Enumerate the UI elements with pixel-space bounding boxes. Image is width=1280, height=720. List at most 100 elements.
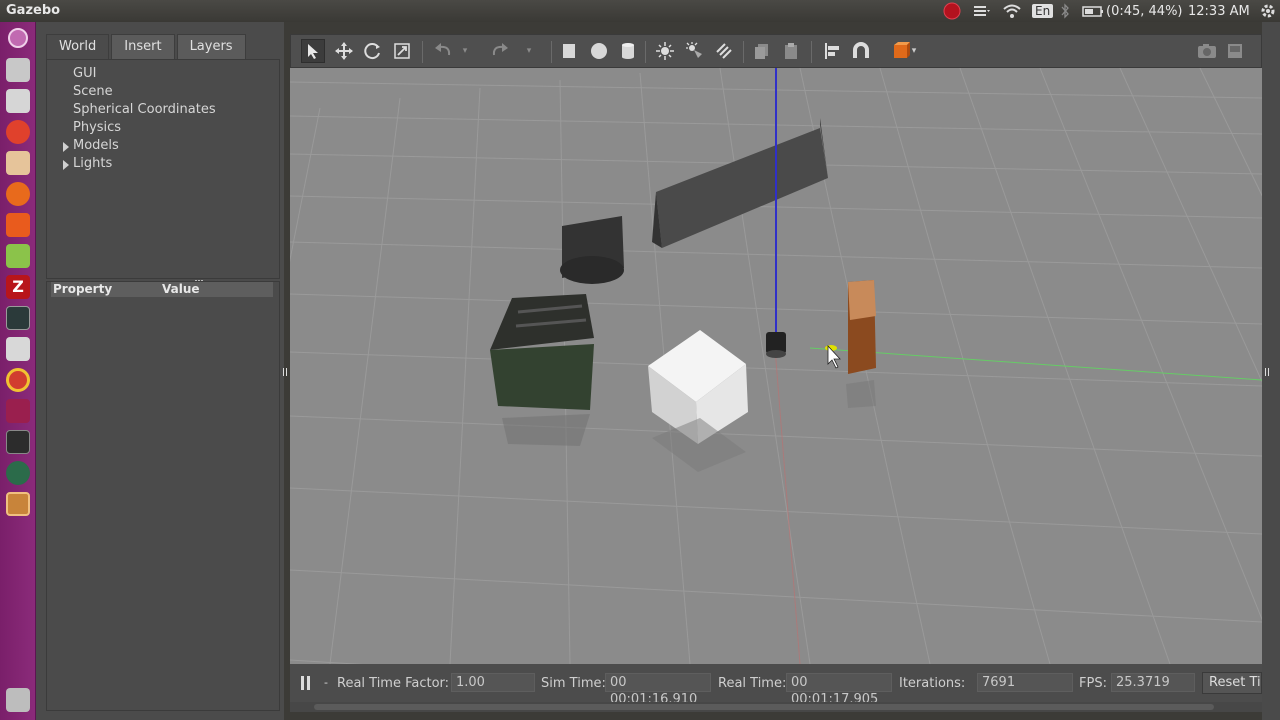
photo-viewer-icon[interactable] [6, 151, 30, 175]
point-light-icon[interactable] [653, 39, 677, 63]
snap-magnet-icon[interactable] [849, 39, 873, 63]
status-bar: - Real Time Factor: 1.00 Sim Time: 00 00… [290, 664, 1262, 707]
rtf-label: Real Time Factor: [337, 676, 450, 691]
horizontal-scrollbar[interactable] [290, 702, 1262, 712]
sim-time-label: Sim Time: [541, 676, 606, 691]
translate-mode-icon[interactable] [332, 39, 356, 63]
wifi-icon[interactable] [1002, 2, 1022, 20]
robot-model[interactable] [766, 332, 786, 358]
disks-icon[interactable] [6, 89, 30, 113]
globe-icon[interactable] [6, 461, 30, 485]
system-monitor-icon[interactable] [6, 306, 30, 330]
bookshelf-model[interactable] [846, 280, 876, 408]
chrome-icon[interactable] [6, 368, 30, 392]
dumpster-model[interactable] [490, 294, 594, 446]
tree-item-lights[interactable]: Lights [63, 156, 113, 171]
expand-arrow-icon[interactable] [63, 142, 69, 152]
software-center-icon[interactable] [6, 213, 30, 237]
keyboard-layout-label: En [1032, 4, 1054, 18]
gazebo-launcher-icon[interactable] [6, 492, 30, 516]
directional-light-icon[interactable] [712, 39, 736, 63]
iterations-field[interactable]: 7691 [977, 673, 1073, 692]
paste-icon[interactable] [779, 39, 803, 63]
toolbar-separator [811, 41, 812, 63]
dash-home-icon[interactable] [8, 28, 28, 48]
tree-item-models-label: Models [73, 138, 119, 153]
battery-status: (0:45, 44%) [1106, 3, 1183, 19]
right-splitter-arrow-icon[interactable] [1264, 366, 1270, 378]
property-header: Property Value [51, 282, 273, 297]
scrollbar-thumb[interactable] [314, 704, 1214, 710]
sim-time-field[interactable]: 00 00:01:16.910 [605, 673, 711, 707]
record-indicator-icon[interactable] [942, 2, 962, 20]
tree-item-spherical-coordinates[interactable]: Spherical Coordinates [73, 102, 216, 117]
real-time-field[interactable]: 00 00:01:17.905 [786, 673, 892, 707]
tab-layers[interactable]: Layers [176, 34, 246, 60]
expand-arrow-icon[interactable] [63, 160, 69, 170]
trash-icon[interactable] [6, 688, 30, 712]
toolbar-separator [645, 41, 646, 63]
cylinder-model[interactable] [560, 216, 624, 284]
app-icon[interactable] [6, 399, 30, 423]
tree-item-lights-label: Lights [73, 156, 113, 171]
property-column-header[interactable]: Property [51, 282, 162, 297]
world-tree: GUI Scene Spherical Coordinates Physics … [46, 59, 280, 279]
rotate-mode-icon[interactable] [361, 39, 385, 63]
log-icon[interactable] [1223, 39, 1247, 63]
fps-field[interactable]: 25.3719 [1111, 673, 1195, 692]
clock[interactable]: 12:33 AM [1188, 2, 1250, 20]
firefox-icon[interactable] [6, 182, 30, 206]
toolbar-separator [743, 41, 744, 63]
screenshot-camera-icon[interactable] [1195, 39, 1219, 63]
filezilla-icon[interactable]: Z [6, 275, 30, 299]
opera-browser-icon[interactable] [6, 120, 30, 144]
iterations-label: Iterations: [899, 676, 966, 691]
x-axis-line [774, 347, 801, 664]
undo-history-chevron-icon[interactable]: ▾ [459, 39, 471, 63]
fps-label: FPS: [1079, 676, 1107, 691]
terminal-icon[interactable] [6, 430, 30, 454]
menu-lines-icon[interactable] [972, 2, 992, 20]
cylinder-shape-icon[interactable] [616, 39, 640, 63]
screenshot-icon[interactable] [6, 337, 30, 361]
tree-item-gui[interactable]: GUI [73, 66, 96, 81]
step-icon[interactable]: - [324, 676, 328, 689]
spot-light-icon[interactable] [683, 39, 707, 63]
undo-icon[interactable] [431, 39, 455, 63]
files-icon[interactable] [6, 58, 30, 82]
battery-indicator[interactable]: (0:45, 44%) [1082, 2, 1183, 20]
copy-icon[interactable] [750, 39, 774, 63]
keyboard-layout-indicator[interactable]: En [1032, 2, 1054, 20]
scale-mode-icon[interactable] [390, 39, 414, 63]
tab-world[interactable]: World [46, 34, 110, 60]
box-shape-icon[interactable] [557, 39, 581, 63]
redo-icon[interactable] [488, 39, 512, 63]
pause-icon[interactable] [300, 676, 312, 690]
view-angle-chevron-icon[interactable]: ▾ [909, 39, 919, 63]
toolbar: ▾ ▾ ▾ [290, 34, 1262, 68]
value-column-header[interactable]: Value [162, 282, 200, 297]
battery-icon [1082, 6, 1103, 17]
splitter-grip-icon[interactable] [194, 276, 203, 282]
white-box-model[interactable] [648, 330, 748, 472]
select-mode-icon[interactable] [301, 39, 325, 63]
tab-insert[interactable]: Insert [111, 34, 175, 60]
3d-viewport[interactable] [290, 68, 1262, 664]
real-time-label: Real Time: [718, 676, 787, 691]
tree-item-physics[interactable]: Physics [73, 120, 121, 135]
redo-history-chevron-icon[interactable]: ▾ [523, 39, 535, 63]
mouse-cursor-icon [825, 344, 841, 369]
android-icon[interactable] [6, 244, 30, 268]
align-icon[interactable] [820, 39, 844, 63]
settings-gear-icon[interactable] [1258, 2, 1278, 20]
tree-item-scene[interactable]: Scene [73, 84, 113, 99]
left-splitter-arrow-icon[interactable] [282, 366, 288, 378]
bluetooth-icon[interactable] [1058, 2, 1072, 20]
sphere-shape-icon[interactable] [587, 39, 611, 63]
reset-time-button[interactable]: Reset Ti [1202, 672, 1262, 694]
toolbar-separator [551, 41, 552, 63]
rtf-field[interactable]: 1.00 [451, 673, 535, 692]
jersey-barrier-model[interactable] [652, 118, 828, 248]
tree-item-models[interactable]: Models [63, 138, 119, 153]
top-panel: Gazebo En (0:45, 44%) 12:33 AM [0, 0, 1280, 22]
